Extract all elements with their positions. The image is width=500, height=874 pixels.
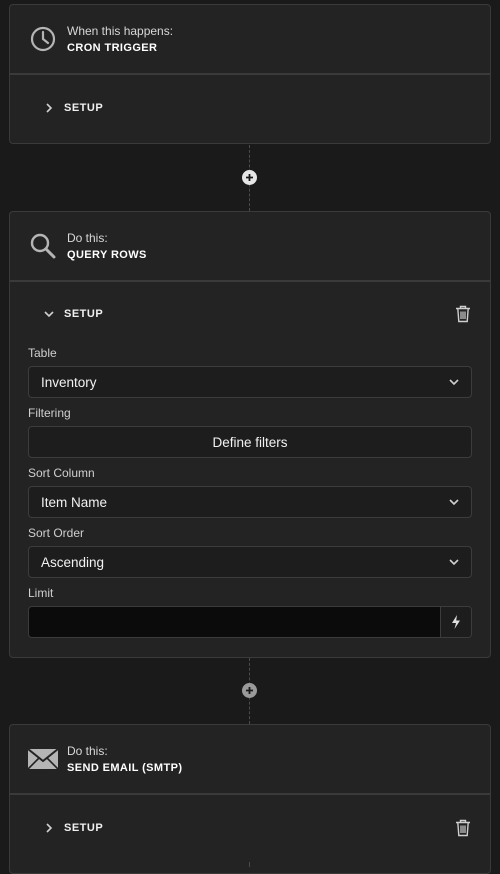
table-select[interactable]: Inventory [28,366,472,398]
setup-label: SETUP [64,308,104,320]
step-header[interactable]: When this happens: CRON TRIGGER [10,5,490,75]
lightning-bolt-icon[interactable] [440,607,471,637]
limit-label: Limit [28,586,54,600]
step-title: QUERY ROWS [67,249,147,261]
clock-icon [27,23,59,55]
add-step-button[interactable] [242,683,257,698]
chevron-down-icon [447,555,461,569]
connector-line [249,862,250,867]
setup-label: SETUP [64,102,104,114]
limit-input[interactable] [29,607,440,637]
setup-toggle[interactable]: SETUP [10,282,490,346]
setup-toggle[interactable]: SETUP [10,75,490,141]
sort-order-value: Ascending [41,554,105,570]
table-value: Inventory [41,374,97,390]
sort-column-label: Sort Column [28,466,95,480]
chevron-down-icon [447,375,461,389]
step-label: Do this: [67,744,108,758]
step-card-cron-trigger: When this happens: CRON TRIGGER SETUP [9,4,491,144]
step-label: Do this: [67,231,108,245]
trash-icon[interactable] [454,819,472,837]
setup-label: SETUP [64,822,104,834]
step-label: When this happens: [67,24,174,38]
chevron-right-icon [42,101,56,115]
table-label: Table [28,346,57,360]
limit-field [28,606,472,638]
plus-icon [246,174,253,181]
chevron-down-icon [42,307,56,321]
chevron-right-icon [42,821,56,835]
step-header[interactable]: Do this: QUERY ROWS [10,212,490,282]
step-card-query-rows: Do this: QUERY ROWS SETUP Table Inventor… [9,211,491,658]
step-title: SEND EMAIL (SMTP) [67,762,183,774]
trash-icon[interactable] [454,305,472,323]
sort-column-value: Item Name [41,494,108,510]
chevron-down-icon [447,495,461,509]
sort-order-label: Sort Order [28,526,85,540]
sort-order-select[interactable]: Ascending [28,546,472,578]
define-filters-button[interactable]: Define filters [28,426,472,458]
step-title: CRON TRIGGER [67,42,158,54]
add-step-button[interactable] [242,170,257,185]
envelope-icon [27,743,59,775]
step-header[interactable]: Do this: SEND EMAIL (SMTP) [10,725,490,795]
step-card-send-email: Do this: SEND EMAIL (SMTP) SETUP [9,724,491,874]
search-icon [27,230,59,262]
setup-toggle[interactable]: SETUP [10,795,490,861]
plus-icon [246,687,253,694]
filtering-label: Filtering [28,406,71,420]
sort-column-select[interactable]: Item Name [28,486,472,518]
